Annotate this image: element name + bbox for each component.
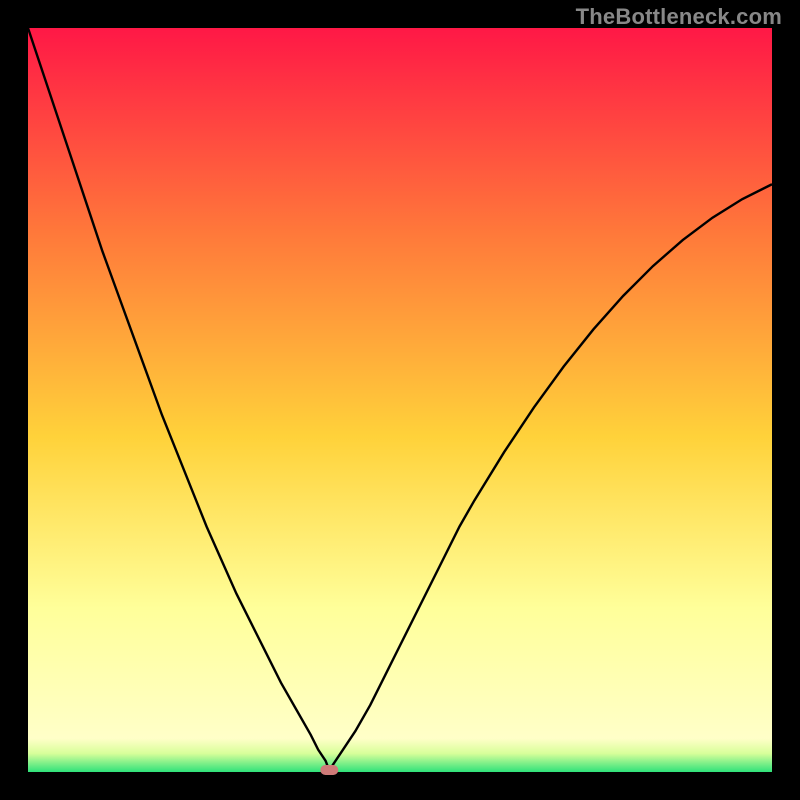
bottleneck-marker	[320, 765, 338, 775]
chart-container: TheBottleneck.com	[0, 0, 800, 800]
plot-area	[28, 28, 772, 772]
bottleneck-chart	[0, 0, 800, 800]
watermark-text: TheBottleneck.com	[576, 4, 782, 30]
